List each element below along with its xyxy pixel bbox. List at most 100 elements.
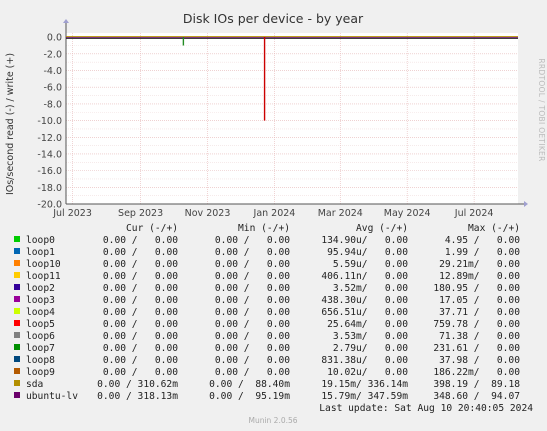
legend-avg: 15.79m/ 347.59m bbox=[321, 391, 408, 402]
legend-avg: 2.79u/ 0.00 bbox=[333, 343, 408, 354]
legend-avg: 656.51u/ 0.00 bbox=[321, 307, 408, 318]
legend-swatch bbox=[14, 368, 20, 374]
legend-name: ubuntu-lv bbox=[26, 391, 78, 402]
legend-cur: 0.00 / 0.00 bbox=[103, 247, 178, 258]
legend-cur: 0.00 / 0.00 bbox=[103, 331, 178, 342]
x-tick-label: Jan 2024 bbox=[253, 208, 296, 219]
y-tick-label: -18.0 bbox=[37, 183, 62, 194]
legend-min: 0.00 / 0.00 bbox=[215, 283, 290, 294]
legend-row: loop8 0.00 / 0.00 0.00 / 0.00 831.38u/ 0.00… bbox=[14, 355, 520, 366]
legend-name: loop4 bbox=[26, 307, 55, 318]
x-tick-label: Jul 2024 bbox=[454, 208, 494, 219]
legend-swatch bbox=[14, 392, 20, 398]
legend-max: 348.60 / 94.07 bbox=[433, 391, 520, 402]
legend-swatch bbox=[14, 356, 20, 362]
legend-min: 0.00 / 0.00 bbox=[215, 319, 290, 330]
y-tick-label: -10.0 bbox=[37, 116, 62, 127]
legend-row: loop9 0.00 / 0.00 0.00 / 0.00 10.02u/ 0.00 1… bbox=[14, 367, 520, 378]
legend-row: loop2 0.00 / 0.00 0.00 / 0.00 3.52m/ 0.00 18… bbox=[14, 283, 520, 294]
legend-name: loop5 bbox=[26, 319, 55, 330]
y-axis-arrow bbox=[63, 19, 69, 23]
legend-swatch bbox=[14, 248, 20, 254]
last-update: Last update: Sat Aug 10 20:40:05 2024 bbox=[319, 403, 533, 414]
legend-avg: 134.90u/ 0.00 bbox=[321, 235, 408, 246]
y-tick-label: -6.0 bbox=[43, 83, 62, 94]
disk-ios-chart: Disk IOs per device - by year IOs/second… bbox=[5, 11, 546, 425]
legend-table: loop0 0.00 / 0.00 0.00 / 0.00 134.90u/ 0.00… bbox=[14, 235, 520, 402]
legend-headers: Cur (-/+) Min (-/+) Avg (-/+) Max (-/+) bbox=[126, 223, 520, 234]
y-tick-label: -14.0 bbox=[37, 149, 62, 160]
legend-min: 0.00 / 0.00 bbox=[215, 307, 290, 318]
legend-max: 4.95 / 0.00 bbox=[445, 235, 520, 246]
legend-avg: 25.64m/ 0.00 bbox=[327, 319, 408, 330]
legend-max: 12.89m/ 0.00 bbox=[439, 271, 520, 282]
legend-name: loop11 bbox=[26, 271, 61, 282]
x-axis-arrow bbox=[524, 201, 528, 207]
legend-cur: 0.00 / 0.00 bbox=[103, 259, 178, 270]
x-tick-label: Sep 2023 bbox=[118, 208, 163, 219]
legend-cur: 0.00 / 0.00 bbox=[103, 355, 178, 366]
legend-cur: 0.00 / 0.00 bbox=[103, 295, 178, 306]
legend-row: sda 0.00 / 310.62m 0.00 / 88.40m 19.15m/ 33… bbox=[14, 379, 520, 390]
legend-row: loop0 0.00 / 0.00 0.00 / 0.00 134.90u/ 0.00… bbox=[14, 235, 520, 246]
legend-min: 0.00 / 0.00 bbox=[215, 247, 290, 258]
legend-cur: 0.00 / 310.62m bbox=[97, 379, 178, 390]
legend-max: 398.19 / 89.18 bbox=[433, 379, 520, 390]
legend-swatch bbox=[14, 320, 20, 326]
legend-max: 29.21m/ 0.00 bbox=[439, 259, 520, 270]
x-tick-label: Jul 2023 bbox=[52, 208, 92, 219]
munin-version: Munin 2.0.56 bbox=[248, 416, 297, 425]
legend-row: loop3 0.00 / 0.00 0.00 / 0.00 438.30u/ 0.00… bbox=[14, 295, 520, 306]
y-tick-label: -8.0 bbox=[43, 99, 62, 110]
legend-row: loop11 0.00 / 0.00 0.00 / 0.00 406.11n/ 0.0… bbox=[14, 271, 520, 282]
legend-min: 0.00 / 0.00 bbox=[215, 331, 290, 342]
legend-min: 0.00 / 88.40m bbox=[209, 379, 290, 390]
legend-header-max: Max (-/+) bbox=[468, 223, 520, 234]
legend-row: loop5 0.00 / 0.00 0.00 / 0.00 25.64m/ 0.00 7… bbox=[14, 319, 520, 330]
legend-min: 0.00 / 0.00 bbox=[215, 235, 290, 246]
legend-avg: 831.38u/ 0.00 bbox=[321, 355, 408, 366]
x-tick-label: May 2024 bbox=[384, 208, 431, 219]
rrdtool-credit: RRDTOOL / TOBI OETIKER bbox=[537, 58, 546, 161]
legend-row: loop6 0.00 / 0.00 0.00 / 0.00 3.53m/ 0.00 71… bbox=[14, 331, 520, 342]
legend-min: 0.00 / 0.00 bbox=[215, 295, 290, 306]
legend-name: loop6 bbox=[26, 331, 55, 342]
legend-name: loop0 bbox=[26, 235, 55, 246]
legend-name: loop2 bbox=[26, 283, 55, 294]
legend-row: loop7 0.00 / 0.00 0.00 / 0.00 2.79u/ 0.00 23… bbox=[14, 343, 520, 354]
legend-name: loop8 bbox=[26, 355, 55, 366]
legend-avg: 3.52m/ 0.00 bbox=[333, 283, 408, 294]
legend-max: 180.95 / 0.00 bbox=[433, 283, 520, 294]
legend-avg: 10.02u/ 0.00 bbox=[327, 367, 408, 378]
legend-avg: 95.94u/ 0.00 bbox=[327, 247, 408, 258]
x-tick-label: Nov 2023 bbox=[185, 208, 231, 219]
legend-name: loop7 bbox=[26, 343, 55, 354]
legend-max: 17.05 / 0.00 bbox=[439, 295, 520, 306]
legend-avg: 438.30u/ 0.00 bbox=[321, 295, 408, 306]
legend-swatch bbox=[14, 284, 20, 290]
legend-avg: 3.53m/ 0.00 bbox=[333, 331, 408, 342]
legend-swatch bbox=[14, 332, 20, 338]
legend-max: 37.71 / 0.00 bbox=[439, 307, 520, 318]
legend-avg: 19.15m/ 336.14m bbox=[321, 379, 408, 390]
legend-avg: 406.11n/ 0.00 bbox=[321, 271, 408, 282]
legend-min: 0.00 / 0.00 bbox=[215, 355, 290, 366]
legend-cur: 0.00 / 318.13m bbox=[97, 391, 178, 402]
legend-max: 1.99 / 0.00 bbox=[445, 247, 520, 258]
legend-min: 0.00 / 0.00 bbox=[215, 343, 290, 354]
x-tick-labels: Jul 2023 Sep 2023 Nov 2023 Jan 2024 Mar 2024… bbox=[52, 208, 493, 219]
y-tick-label: -16.0 bbox=[37, 166, 62, 177]
legend-name: loop10 bbox=[26, 259, 61, 270]
legend-min: 0.00 / 0.00 bbox=[215, 367, 290, 378]
legend-max: 759.78 / 0.00 bbox=[433, 319, 520, 330]
legend-cur: 0.00 / 0.00 bbox=[103, 343, 178, 354]
legend-header-avg: Avg (-/+) bbox=[356, 223, 408, 234]
y-tick-label: 0.0 bbox=[47, 33, 62, 44]
legend-cur: 0.00 / 0.00 bbox=[103, 271, 178, 282]
y-tick-labels: 0.0 -2.0 -4.0 -6.0 -8.0 -10.0 -12.0 -14.0 -16.0 -… bbox=[37, 33, 62, 211]
legend-swatch bbox=[14, 308, 20, 314]
legend-name: sda bbox=[26, 379, 43, 390]
legend-row: loop10 0.00 / 0.00 0.00 / 0.00 5.59u/ 0.00 2… bbox=[14, 259, 520, 270]
legend-swatch bbox=[14, 344, 20, 350]
legend-cur: 0.00 / 0.00 bbox=[103, 367, 178, 378]
